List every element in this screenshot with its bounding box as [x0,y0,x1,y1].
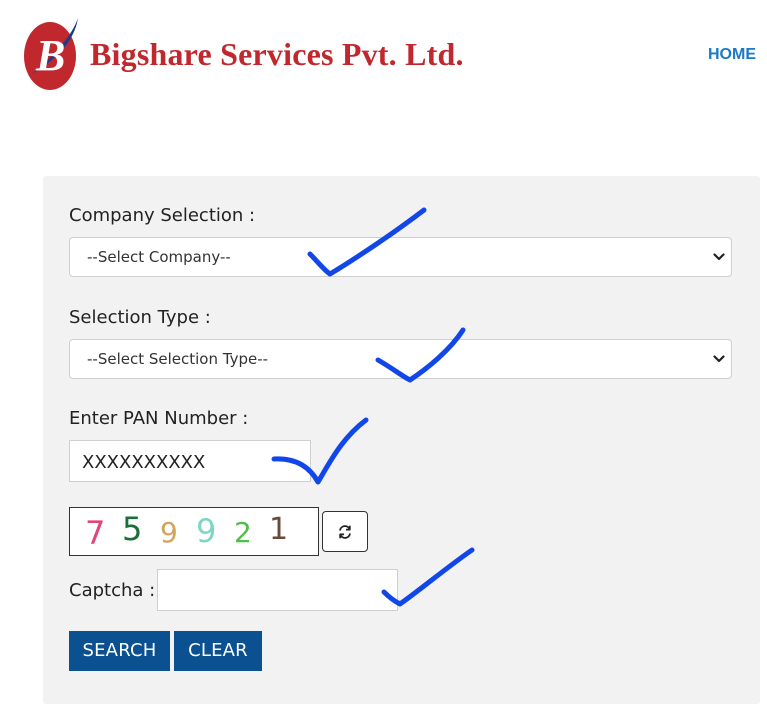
chevron-down-icon [713,253,725,261]
captcha-digit: 9 [160,516,178,549]
clear-button[interactable]: CLEAR [174,631,262,671]
search-button[interactable]: SEARCH [69,631,170,671]
selection-type-label: Selection Type : [69,307,211,328]
refresh-icon [339,525,351,539]
chevron-down-icon [713,355,725,363]
selection-type-select-value: --Select Selection Type-- [87,350,269,368]
captcha-digit: 7 [85,514,106,552]
captcha-digit: 9 [196,512,217,550]
nav-home-link[interactable]: HOME [708,46,756,64]
captcha-digit: 1 [269,512,289,547]
brand-name: Bigshare Services Pvt. Ltd. [90,36,464,72]
captcha-input[interactable] [157,569,398,611]
captcha-label: Captcha : [69,580,156,601]
svg-text:B: B [35,31,65,80]
company-logo: B [22,14,84,92]
pan-number-input[interactable]: XXXXXXXXXX [69,440,311,482]
captcha-image: 7 5 9 9 2 1 [69,507,319,556]
refresh-captcha-button[interactable] [322,511,368,552]
pan-number-label: Enter PAN Number : [69,408,249,429]
pan-number-value: XXXXXXXXXX [82,452,206,473]
captcha-digit: 5 [122,510,143,548]
captcha-digit: 2 [234,516,252,549]
company-select-value: --Select Company-- [87,248,231,266]
selection-type-select[interactable]: --Select Selection Type-- [69,339,732,379]
company-select[interactable]: --Select Company-- [69,237,732,277]
company-selection-label: Company Selection : [69,205,256,226]
